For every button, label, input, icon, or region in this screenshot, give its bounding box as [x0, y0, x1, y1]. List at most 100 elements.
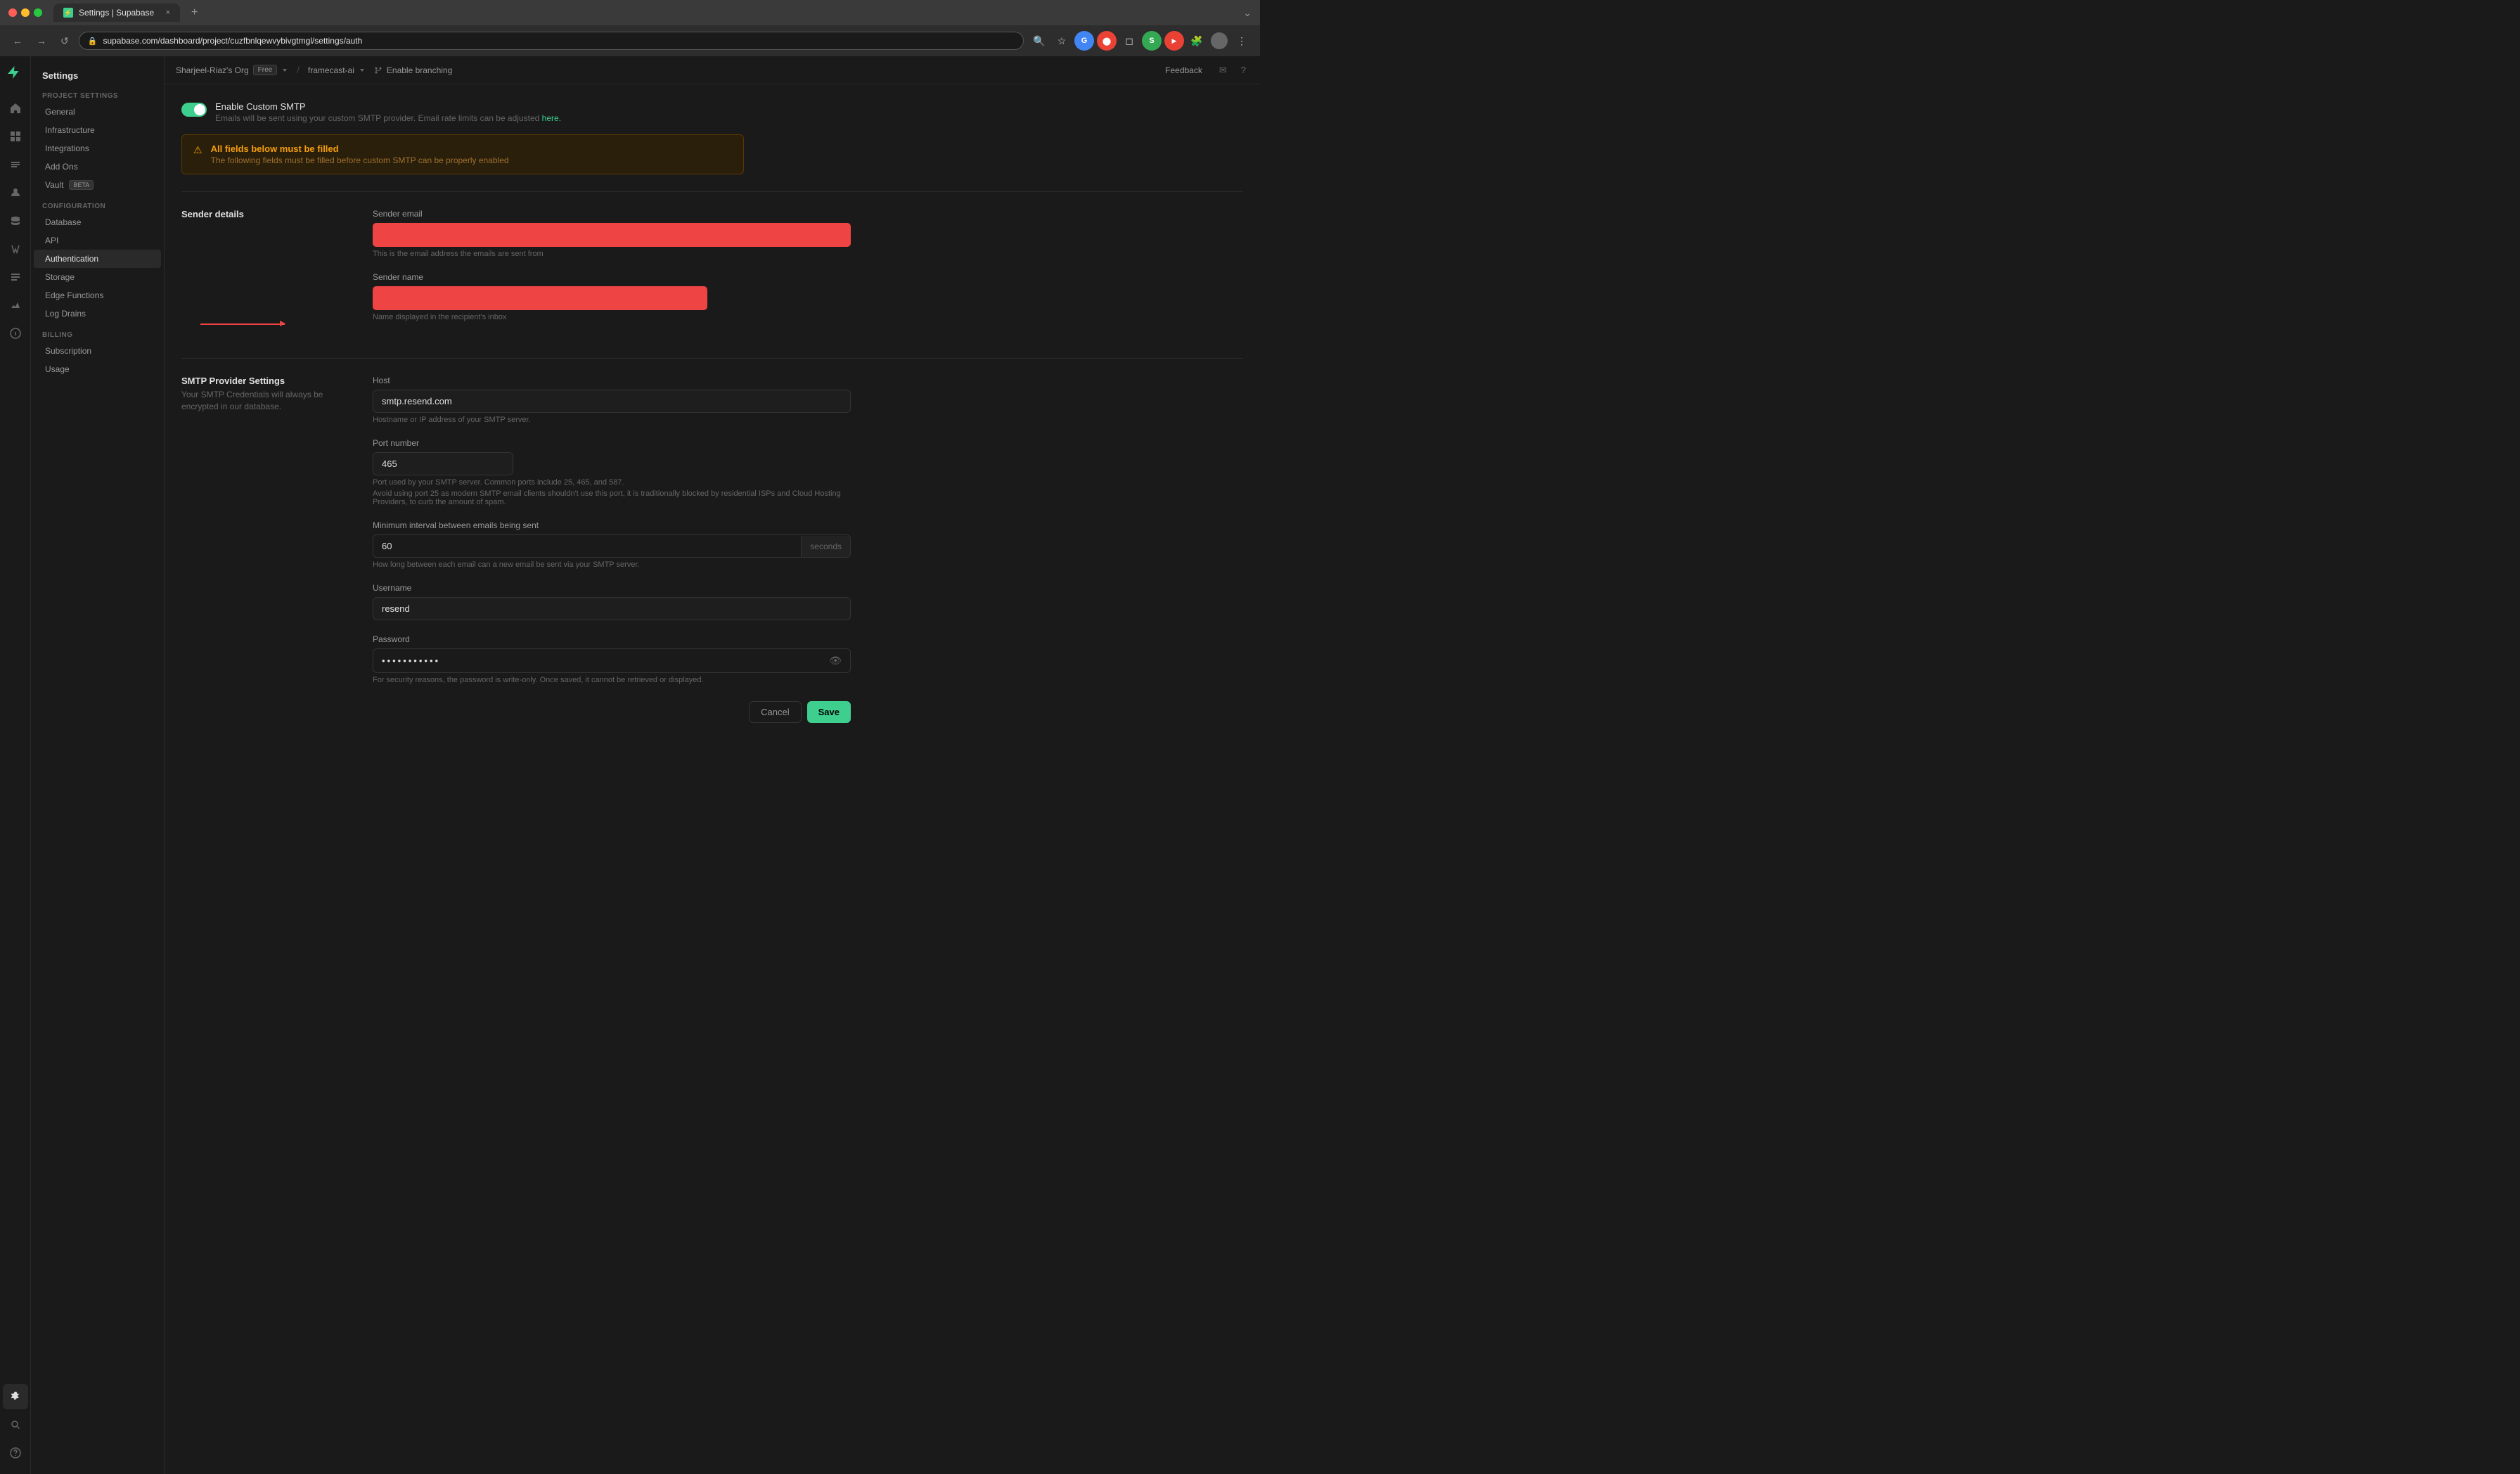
supabase-logo[interactable]	[6, 65, 25, 84]
sidebar-item-usage[interactable]: Usage	[34, 360, 161, 378]
password-input[interactable]	[373, 650, 821, 672]
sidebar: Settings PROJECT SETTINGS General Infras…	[31, 56, 165, 1474]
sender-email-input-filled[interactable]	[373, 223, 851, 247]
sidebar-item-subscription[interactable]: Subscription	[34, 342, 161, 360]
smtp-link[interactable]: here.	[542, 113, 561, 123]
save-button[interactable]: Save	[807, 701, 851, 723]
puzzle-icon[interactable]: 🧩	[1187, 31, 1207, 51]
help-icon[interactable]: ?	[1238, 62, 1249, 78]
maximize-button[interactable]	[34, 8, 42, 17]
password-label: Password	[373, 634, 851, 644]
sidebar-title: Settings	[31, 65, 164, 84]
extension-icon-3[interactable]: ▶	[1164, 31, 1184, 51]
rail-advisor-icon[interactable]	[3, 321, 28, 346]
warning-desc: The following fields must be filled befo…	[211, 155, 509, 165]
username-input[interactable]	[373, 597, 851, 620]
port-label: Port number	[373, 438, 851, 448]
sidebar-label-integrations: Integrations	[45, 143, 89, 153]
tab-close-button[interactable]: ×	[166, 8, 170, 17]
form-divider-2	[181, 358, 1243, 359]
vault-badge: BETA	[69, 180, 94, 190]
sidebar-item-vault[interactable]: Vault BETA	[34, 176, 161, 194]
minimize-button[interactable]	[21, 8, 30, 17]
address-bar[interactable]: 🔒 supabase.com/dashboard/project/cuzfbnl…	[79, 32, 1024, 50]
traffic-lights	[8, 8, 42, 17]
rail-storage-icon[interactable]	[3, 208, 28, 233]
chevron-down-icon	[281, 67, 288, 74]
star-icon[interactable]: ☆	[1052, 31, 1072, 51]
browser-tab[interactable]: ⚡ Settings | Supabase ×	[53, 4, 180, 22]
toggle-password-icon[interactable]: 👁	[821, 649, 850, 672]
rail-logs-icon[interactable]	[3, 264, 28, 290]
branching-button[interactable]: Enable branching	[374, 65, 452, 75]
project-selector[interactable]: framecast-ai	[308, 65, 366, 75]
sender-email-label: Sender email	[373, 209, 851, 219]
port-input[interactable]	[373, 452, 513, 475]
min-interval-group: Minimum interval between emails being se…	[373, 520, 851, 569]
rail-reports-icon[interactable]	[3, 293, 28, 318]
rail-table-icon[interactable]	[3, 124, 28, 149]
sidebar-item-log-drains[interactable]: Log Drains	[34, 305, 161, 323]
rail-functions-icon[interactable]	[3, 236, 28, 262]
warning-content: All fields below must be filled The foll…	[211, 143, 509, 165]
expand-button[interactable]: ⌄	[1243, 7, 1252, 19]
lock-icon: 🔒	[88, 37, 98, 46]
profile-icon-1[interactable]: G	[1074, 31, 1094, 51]
project-chevron-icon	[359, 67, 366, 74]
cancel-button[interactable]: Cancel	[749, 701, 801, 723]
warning-icon: ⚠	[193, 144, 202, 156]
sender-details-label-col: Sender details	[181, 209, 350, 335]
password-hint: For security reasons, the password is wr…	[373, 676, 851, 684]
sidebar-item-general[interactable]: General	[34, 103, 161, 121]
sidebar-label-usage: Usage	[45, 364, 70, 374]
rail-search-icon[interactable]	[3, 1412, 28, 1437]
min-interval-input[interactable]	[373, 535, 801, 557]
sidebar-item-edge-functions[interactable]: Edge Functions	[34, 286, 161, 305]
rail-home-icon[interactable]	[3, 96, 28, 121]
sidebar-label-edge-functions: Edge Functions	[45, 290, 103, 300]
sender-email-group: Sender email This is the email address t…	[373, 209, 851, 258]
close-button[interactable]	[8, 8, 17, 17]
smtp-toggle-sublabel: Emails will be sent using your custom SM…	[215, 113, 561, 123]
sidebar-item-database[interactable]: Database	[34, 213, 161, 231]
branch-label: Enable branching	[387, 65, 452, 75]
feedback-button[interactable]: Feedback	[1159, 63, 1208, 78]
mail-icon[interactable]: ✉	[1216, 62, 1230, 79]
smtp-toggle[interactable]	[181, 103, 207, 117]
profile-icon-2[interactable]: ⬤	[1097, 31, 1117, 51]
host-label: Host	[373, 376, 851, 385]
forward-button[interactable]: →	[32, 32, 51, 49]
org-selector[interactable]: Sharjeel-Riaz's Org Free	[176, 65, 288, 75]
smtp-provider-title: SMTP Provider Settings	[181, 376, 350, 386]
back-button[interactable]: ←	[8, 32, 27, 49]
sidebar-label-database: Database	[45, 217, 81, 227]
sidebar-item-authentication[interactable]: Authentication	[34, 250, 161, 268]
org-name: Sharjeel-Riaz's Org	[176, 65, 249, 75]
smtp-toggle-labels: Enable Custom SMTP Emails will be sent u…	[215, 101, 561, 123]
sidebar-label-subscription: Subscription	[45, 346, 91, 356]
sender-details-section: Sender details Sender email This is the …	[181, 209, 1243, 335]
extension-icon-2[interactable]: S	[1142, 31, 1162, 51]
search-icon[interactable]: 🔍	[1029, 31, 1049, 51]
avatar-icon[interactable]	[1209, 31, 1229, 51]
rail-settings-icon[interactable]	[3, 1384, 28, 1409]
extension-icon-1[interactable]: ◻	[1119, 31, 1139, 51]
sidebar-item-addons[interactable]: Add Ons	[34, 158, 161, 176]
refresh-button[interactable]: ↺	[56, 32, 73, 50]
more-options-button[interactable]: ⋮	[1232, 31, 1252, 51]
sidebar-item-integrations[interactable]: Integrations	[34, 139, 161, 158]
action-buttons: Cancel Save	[373, 701, 851, 723]
sidebar-item-infrastructure[interactable]: Infrastructure	[34, 121, 161, 139]
sidebar-section-project: PROJECT SETTINGS	[31, 84, 164, 103]
new-tab-button[interactable]: +	[186, 6, 203, 19]
rail-auth-icon[interactable]	[3, 180, 28, 205]
rail-help-icon[interactable]	[3, 1440, 28, 1466]
rail-sql-icon[interactable]	[3, 152, 28, 177]
sidebar-item-api[interactable]: API	[34, 231, 161, 250]
browser-actions: 🔍 ☆ G ⬤ ◻ S ▶ 🧩 ⋮	[1029, 31, 1252, 51]
host-input[interactable]	[373, 390, 851, 413]
sender-name-group: Sender name Name displayed in the recipi…	[373, 272, 851, 321]
sidebar-item-storage[interactable]: Storage	[34, 268, 161, 286]
sender-name-input-filled[interactable]	[373, 286, 707, 310]
sidebar-label-authentication: Authentication	[45, 254, 98, 264]
